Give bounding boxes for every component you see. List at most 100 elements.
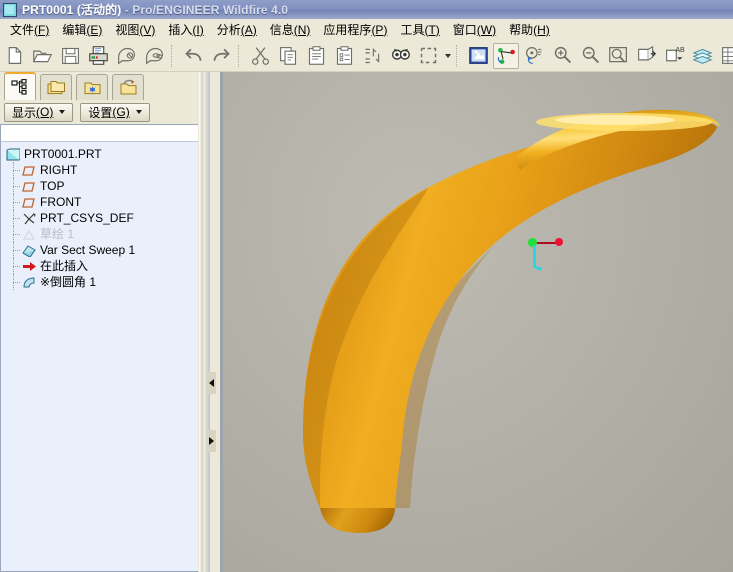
datum-tags-icon: AB (665, 47, 685, 62)
menu-tools-accel: (T) (424, 22, 440, 37)
menu-view-accel: (V) (139, 22, 156, 37)
tree-item-label: TOP (40, 179, 65, 193)
triad-z-curve (533, 263, 542, 270)
model-tree-icon (11, 79, 27, 95)
toolbar-spin-center[interactable] (493, 42, 519, 69)
round-icon-glyph (22, 276, 34, 287)
tree-show-button[interactable]: 显示 (O) (4, 102, 74, 122)
tree-item-coord-sys-4[interactable]: PRT_CSYS_DEF (5, 210, 198, 226)
menu-help-accel: (H) (533, 22, 550, 37)
toolbar-zoom-in[interactable] (549, 43, 575, 69)
model-tree-column-header (1, 125, 198, 142)
svg-text:AB: AB (675, 47, 685, 54)
tree-item-insert-here-7[interactable]: 在此插入 (5, 258, 198, 274)
toolbar-paste-special[interactable] (331, 43, 357, 69)
toolbar-datum-planes[interactable] (633, 43, 659, 69)
graphics-viewport[interactable]: 野火论坛 www.proewildfire.cn (220, 72, 733, 572)
panel-splitter[interactable] (198, 72, 220, 572)
insert-here-icon (21, 260, 36, 273)
sweep-icon (21, 244, 36, 257)
tree-item-round-8[interactable]: ※倒圆角 1 (5, 274, 198, 290)
menu-insert[interactable]: 插入(I) (162, 19, 210, 40)
toolbar-layers[interactable] (689, 43, 715, 69)
menu-view[interactable]: 视图(V) (109, 19, 162, 40)
triad-x-marker (555, 238, 563, 246)
menu-file[interactable]: 文件(F) (4, 19, 56, 40)
nav-tab-model-tree[interactable] (4, 72, 36, 100)
main-toolbar: AB (0, 40, 733, 72)
tree-item-datum-plane-3[interactable]: FRONT (5, 194, 198, 210)
menu-view-label: 视图 (115, 22, 140, 37)
menu-window-accel: (W) (476, 22, 497, 37)
model-tree[interactable]: PRT0001.PRT RIGHT TOP FRONT PRT_CSYS_DEF 草绘 1… (0, 124, 198, 572)
menu-help[interactable]: 帮助(H) (503, 19, 557, 40)
splitter-track (199, 72, 203, 572)
toolbar-send-mail[interactable] (113, 43, 139, 69)
toolbar-open[interactable] (29, 43, 55, 69)
tree-settings-button[interactable]: 设置 (G) (80, 102, 150, 122)
toolbar-save[interactable] (57, 43, 83, 69)
tree-item-datum-plane-1[interactable]: RIGHT (5, 162, 198, 178)
splitter-collapse-left-button[interactable] (207, 372, 216, 394)
toolbar-select-dropdown[interactable] (442, 44, 453, 68)
menu-analysis-accel: (A) (240, 22, 257, 37)
toolbar-find[interactable] (387, 43, 413, 69)
nav-tab-favorites[interactable] (76, 74, 108, 100)
menu-analysis[interactable]: 分析(A) (211, 19, 264, 40)
tree-item-part-0[interactable]: PRT0001.PRT (5, 146, 198, 162)
proe-main-window: PRT0001 (活动的) - Pro/ENGINEER Wildfire 4.… (0, 0, 733, 572)
sketch-icon (21, 228, 36, 241)
nav-tab-connections[interactable] (112, 74, 144, 100)
toolbar-paste[interactable] (303, 43, 329, 69)
toolbar-select-filter[interactable] (415, 43, 441, 69)
toolbar-repaint[interactable] (465, 43, 491, 69)
sketch-icon-glyph (22, 229, 35, 240)
menu-applications[interactable]: 应用程序(P) (317, 19, 394, 40)
tree-item-label: PRT0001.PRT (24, 147, 102, 161)
toolbar-refit[interactable] (605, 43, 631, 69)
tree-settings-label: 设置 (88, 105, 113, 120)
print-icon (88, 46, 108, 65)
menu-info[interactable]: 信息(N) (264, 19, 318, 40)
menu-tools[interactable]: 工具(T) (394, 19, 446, 40)
toolbar-new[interactable] (1, 43, 27, 69)
toolbar-cut[interactable] (247, 43, 273, 69)
tree-item-label: 草绘 1 (40, 227, 75, 241)
splitter-collapse-right-button[interactable] (207, 430, 216, 452)
var-section-sweep-solid[interactable] (220, 72, 733, 572)
tree-item-sketch-5[interactable]: 草绘 1 (5, 226, 198, 242)
datum-plane-icon-glyph (21, 165, 35, 176)
zoom-in-icon (554, 46, 571, 64)
toolbar-display-style[interactable] (717, 43, 733, 69)
title-bar: PRT0001 (活动的) - Pro/ENGINEER Wildfire 4.… (0, 0, 733, 19)
toolbar-reorient[interactable] (521, 43, 547, 69)
navigator-tabstrip (0, 72, 210, 100)
menu-window[interactable]: 窗口(W) (447, 19, 503, 40)
sweep-bottom-cap (320, 508, 395, 533)
tree-connector-stub (13, 250, 20, 251)
tree-item-sweep-6[interactable]: Var Sect Sweep 1 (5, 242, 198, 258)
toolbar-datum-tags[interactable]: AB (661, 43, 687, 69)
menu-bar: 文件(F) 编辑(E) 视图(V) 插入(I) 分析(A) 信息(N) 应用程序(P) 工具(… (0, 19, 733, 40)
paste-icon (308, 46, 324, 65)
redo-icon (213, 48, 230, 61)
toolbar-zoom-out[interactable] (577, 43, 603, 69)
toolbar-regenerate[interactable] (359, 43, 385, 69)
toolbar-send-link[interactable] (141, 43, 167, 69)
spin-center-icon (497, 47, 515, 64)
send-link-icon (145, 47, 163, 65)
tree-item-datum-plane-2[interactable]: TOP (5, 178, 198, 194)
tree-settings-accel: (G) (112, 105, 130, 119)
toolbar-redo[interactable] (208, 43, 234, 69)
menu-info-accel: (N) (293, 22, 311, 37)
nav-tab-folder-browser[interactable] (40, 74, 72, 100)
toolbar-print[interactable] (85, 43, 111, 69)
toolbar-copy[interactable] (275, 43, 301, 69)
toolbar-undo[interactable] (180, 43, 206, 69)
tree-connector-stub (13, 282, 20, 283)
window-title-main: PRT0001 (活动的) (22, 3, 122, 17)
part-icon-glyph (6, 148, 20, 160)
menu-edit[interactable]: 编辑(E) (56, 19, 109, 40)
tree-item-label: FRONT (40, 195, 82, 209)
favorites-icon (84, 82, 100, 94)
